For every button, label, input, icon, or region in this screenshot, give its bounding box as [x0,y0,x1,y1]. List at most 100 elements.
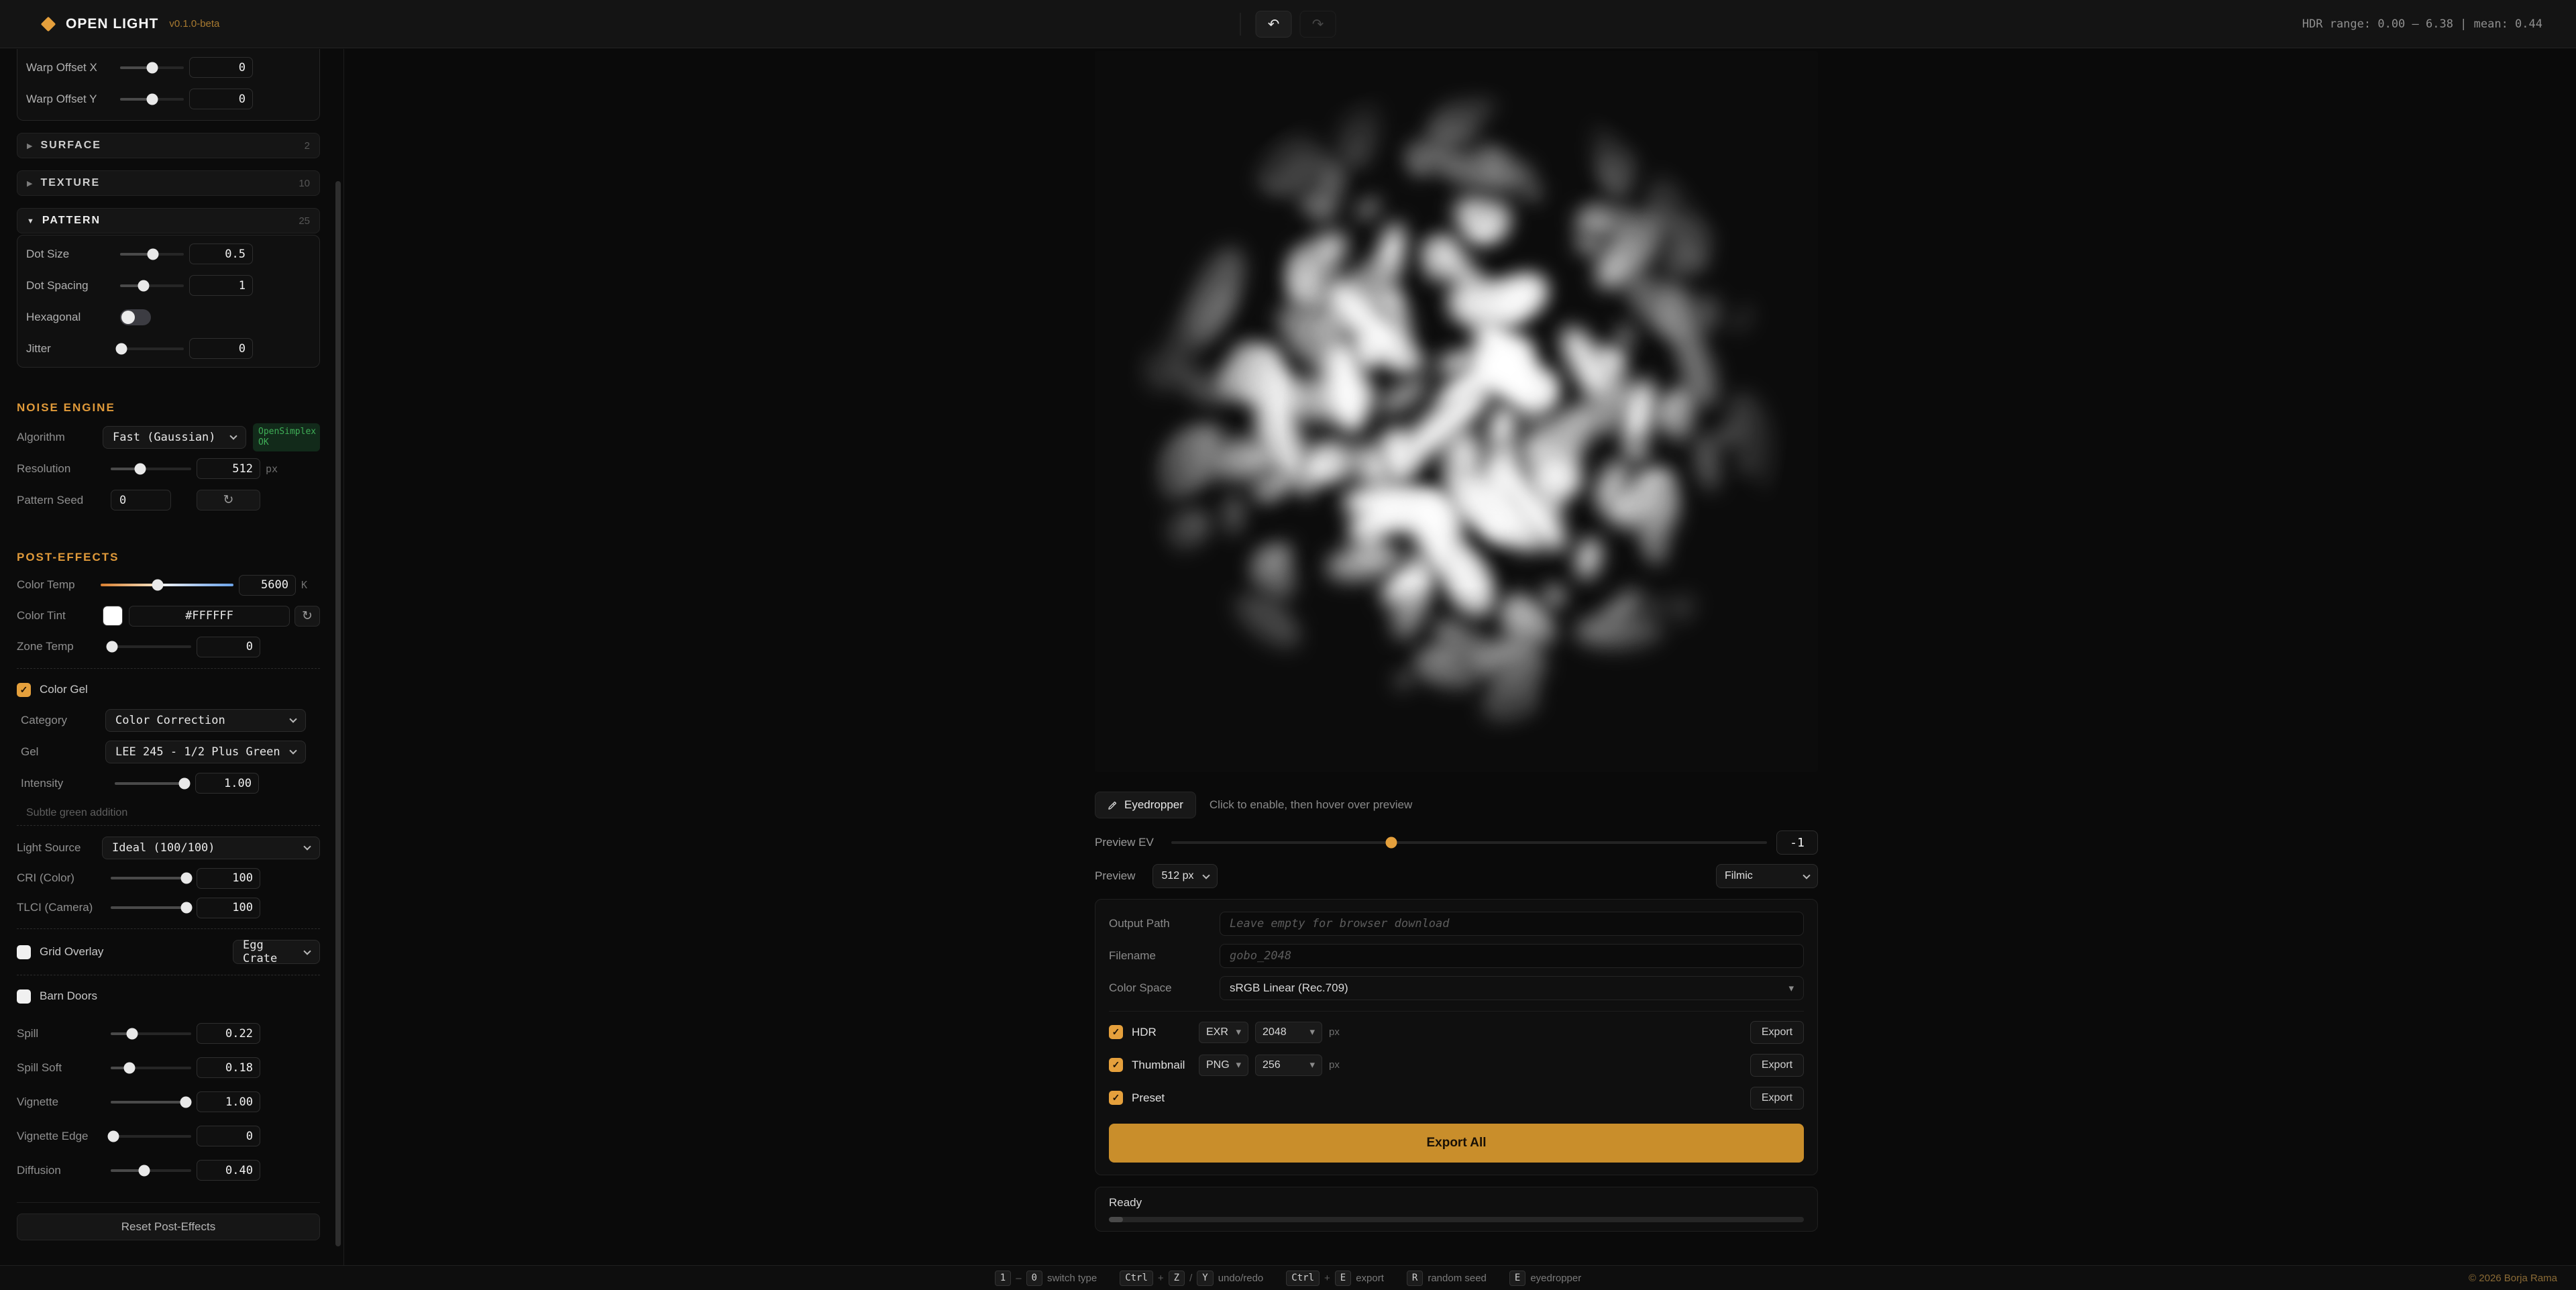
gel-select[interactable]: LEE 245 - 1/2 Plus Green [105,740,306,763]
slider-handle[interactable] [180,872,193,884]
hdr-format-value: EXR [1206,1026,1228,1038]
export-all-button[interactable]: Export All [1109,1124,1804,1163]
slider-handle[interactable] [123,1062,136,1073]
diffusion-slider[interactable] [111,1165,191,1176]
section-texture[interactable]: TEXTURE 10 [17,170,320,196]
vignette-value[interactable]: 1.00 [197,1091,260,1112]
resolution-slider[interactable] [111,463,191,474]
slider-handle[interactable] [126,1028,138,1039]
chevron-down-icon [289,747,297,755]
thumbnail-format-select[interactable]: PNG [1199,1054,1248,1076]
dot-size-value[interactable]: 0.5 [189,244,253,264]
hdr-size-select[interactable]: 2048 [1255,1021,1322,1043]
slider-handle[interactable] [152,579,164,591]
output-path-input[interactable]: Leave empty for browser download [1220,912,1804,936]
thumbnail-checkbox[interactable]: ✓ [1109,1058,1123,1072]
color-gel-checkbox[interactable]: ✓ [17,682,31,697]
slider-handle[interactable] [146,62,158,73]
tlci-slider[interactable] [111,902,193,914]
jitter-value[interactable]: 0 [189,338,253,359]
slider-handle[interactable] [107,1130,119,1142]
color-space-select[interactable]: sRGB Linear (Rec.709) [1220,976,1804,1000]
warp-offset-x-label: Warp Offset X [26,60,97,74]
slider-handle[interactable] [138,1165,150,1176]
slider-handle[interactable] [146,93,158,105]
slider-handle[interactable] [180,1096,192,1108]
dot-size-slider[interactable] [120,248,184,260]
warp-offset-y-slider[interactable] [120,93,184,105]
thumbnail-export-button[interactable]: Export [1750,1053,1804,1077]
algorithm-select[interactable]: Fast (Gaussian) [103,425,246,449]
slider-handle[interactable] [106,641,118,653]
thumbnail-size-select[interactable]: 256 [1255,1054,1322,1076]
redo-button[interactable] [1299,11,1336,38]
gel-intensity-slider[interactable] [115,777,191,789]
grid-overlay-checkbox[interactable] [17,945,31,959]
gel-category-select[interactable]: Color Correction [105,708,306,732]
preview-canvas[interactable] [1095,51,1818,772]
dot-spacing-slider[interactable] [120,280,184,291]
color-tint-swatch[interactable] [103,606,123,626]
slider-handle[interactable] [115,343,127,354]
spill-slider[interactable] [111,1028,191,1039]
vignette-edge-slider[interactable] [107,1130,191,1142]
section-texture-label: TEXTURE [40,177,101,189]
grid-overlay-select[interactable]: Egg Crate [233,938,320,965]
preset-export-button[interactable]: Export [1750,1086,1804,1110]
light-source-select[interactable]: Ideal (100/100) [102,836,320,859]
slider-handle[interactable] [134,463,146,474]
preset-checkbox[interactable]: ✓ [1109,1091,1123,1105]
filename-input[interactable]: gobo_2048 [1220,944,1804,968]
color-temp-slider[interactable] [101,579,233,591]
dot-spacing-value[interactable]: 1 [189,275,253,296]
color-tint-reset-button[interactable] [294,605,320,627]
eyedropper-button[interactable]: Eyedropper [1095,792,1196,818]
hdr-checkbox[interactable]: ✓ [1109,1025,1123,1039]
slider-handle[interactable] [180,902,193,914]
spill-soft-value[interactable]: 0.18 [197,1057,260,1078]
grid-overlay-value: Egg Crate [243,938,278,965]
section-surface[interactable]: SURFACE 2 [17,133,320,158]
warp-offset-y-value[interactable]: 0 [189,89,253,109]
kbd-y: Y [1197,1270,1214,1286]
preview-size-select[interactable]: 512 px [1152,864,1218,888]
preview-size-value: 512 px [1161,870,1194,881]
warp-offset-x-slider[interactable] [120,62,184,73]
cri-value[interactable]: 100 [197,867,260,889]
reseed-button[interactable] [197,490,260,510]
pattern-seed-input[interactable]: 0 [111,490,171,510]
reset-post-effects-button[interactable]: Reset Post-Effects [17,1214,320,1240]
zone-temp-slider[interactable] [106,641,191,653]
shortcut-label: switch type [1046,1272,1097,1284]
resolution-value[interactable]: 512 [197,458,260,479]
diffusion-value[interactable]: 0.40 [197,1160,260,1181]
vignette-slider[interactable] [111,1096,192,1108]
gel-intensity-value[interactable]: 1.00 [195,773,259,794]
undo-button[interactable] [1255,11,1292,38]
sidebar-scrollbar[interactable] [335,181,341,1246]
progress-bar [1109,1217,1804,1222]
color-tint-input[interactable]: #FFFFFF [129,605,290,627]
warp-offset-x-value[interactable]: 0 [189,57,253,78]
slider-handle[interactable] [178,777,191,789]
kbd-r: R [1406,1270,1424,1286]
color-temp-value[interactable]: 5600 [239,574,296,596]
slider-handle[interactable] [138,280,150,291]
spill-soft-slider[interactable] [111,1062,191,1073]
preview-ev-value[interactable]: -1 [1776,830,1818,855]
section-pattern[interactable]: PATTERN 25 [17,208,320,233]
tlci-value[interactable]: 100 [197,897,260,918]
hdr-export-button[interactable]: Export [1750,1020,1804,1044]
tonemap-select[interactable]: Filmic [1716,864,1818,888]
spill-value[interactable]: 0.22 [197,1023,260,1044]
hexagonal-toggle[interactable] [120,309,151,325]
cri-slider[interactable] [111,872,193,884]
barn-doors-checkbox[interactable] [17,989,31,1004]
vignette-edge-value[interactable]: 0 [197,1126,260,1146]
slider-handle[interactable] [147,248,159,260]
zone-temp-value[interactable]: 0 [197,636,260,657]
slider-handle[interactable] [1385,837,1397,849]
hdr-format-select[interactable]: EXR [1199,1021,1248,1043]
jitter-slider[interactable] [115,343,184,354]
preview-ev-slider[interactable] [1171,837,1767,849]
